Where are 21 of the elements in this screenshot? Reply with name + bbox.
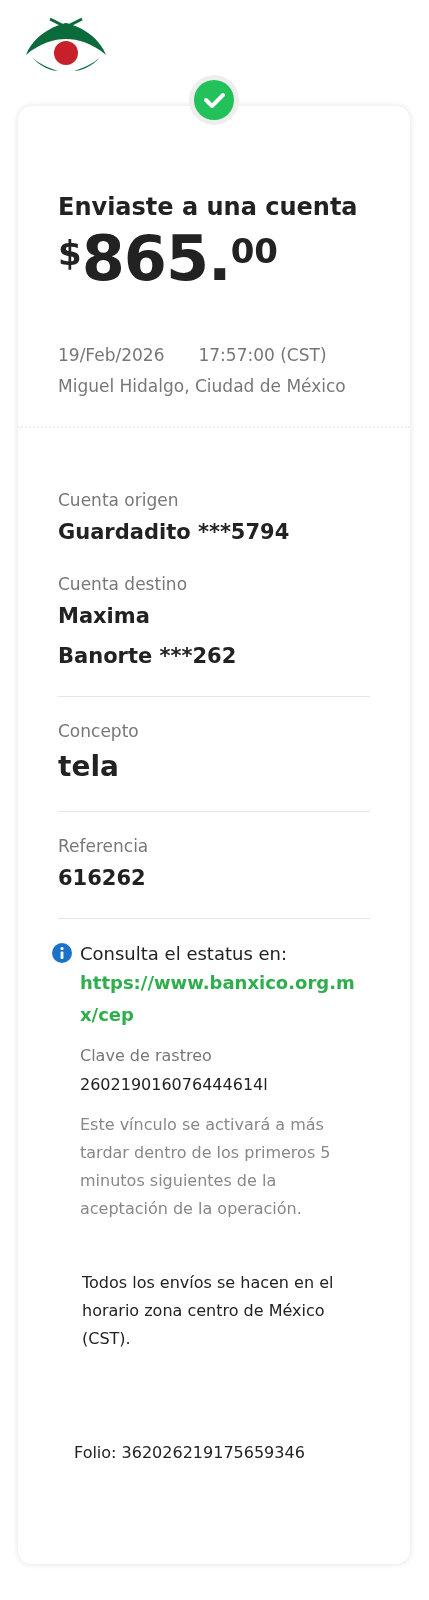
activation-note: Este vínculo se activará a más tardar dentro de los primeros 5 minutos siguientes de la aceptación de la operación. xyxy=(80,1114,332,1220)
field-value: Banorte ***262 xyxy=(58,643,237,670)
field-value: Guardadito ***5794 xyxy=(58,519,290,546)
date-text: 19/Feb/2026 xyxy=(58,344,165,367)
status-link[interactable]: https://www.banxico.org.mx/cep xyxy=(80,967,356,1031)
status-text: Consulta el estatus en: xyxy=(80,942,288,966)
field-value: 616262 xyxy=(58,865,146,892)
field-label: Concepto xyxy=(58,720,139,743)
info-icon xyxy=(52,943,72,963)
folio-text: Folio: 362026219175659346 xyxy=(74,1443,305,1462)
tracking-label: Clave de rastreo xyxy=(80,1045,212,1067)
field-label: Referencia xyxy=(58,835,149,858)
time-text: 17:57:00 (CST) xyxy=(198,344,327,367)
field-value: tela xyxy=(58,749,119,785)
receipt-title: Enviaste a una cuenta xyxy=(58,192,358,222)
field-label: Cuenta destino xyxy=(58,573,188,596)
location-text: Miguel Hidalgo, Ciudad de México xyxy=(58,375,346,398)
tracking-value: 260219016076444614l xyxy=(80,1074,268,1096)
timezone-note: Todos los envíos se hacen en el horario zona centro de México (CST). xyxy=(82,1272,335,1350)
field-value: Maxima xyxy=(58,603,150,630)
field-label: Cuenta origen xyxy=(58,489,179,512)
